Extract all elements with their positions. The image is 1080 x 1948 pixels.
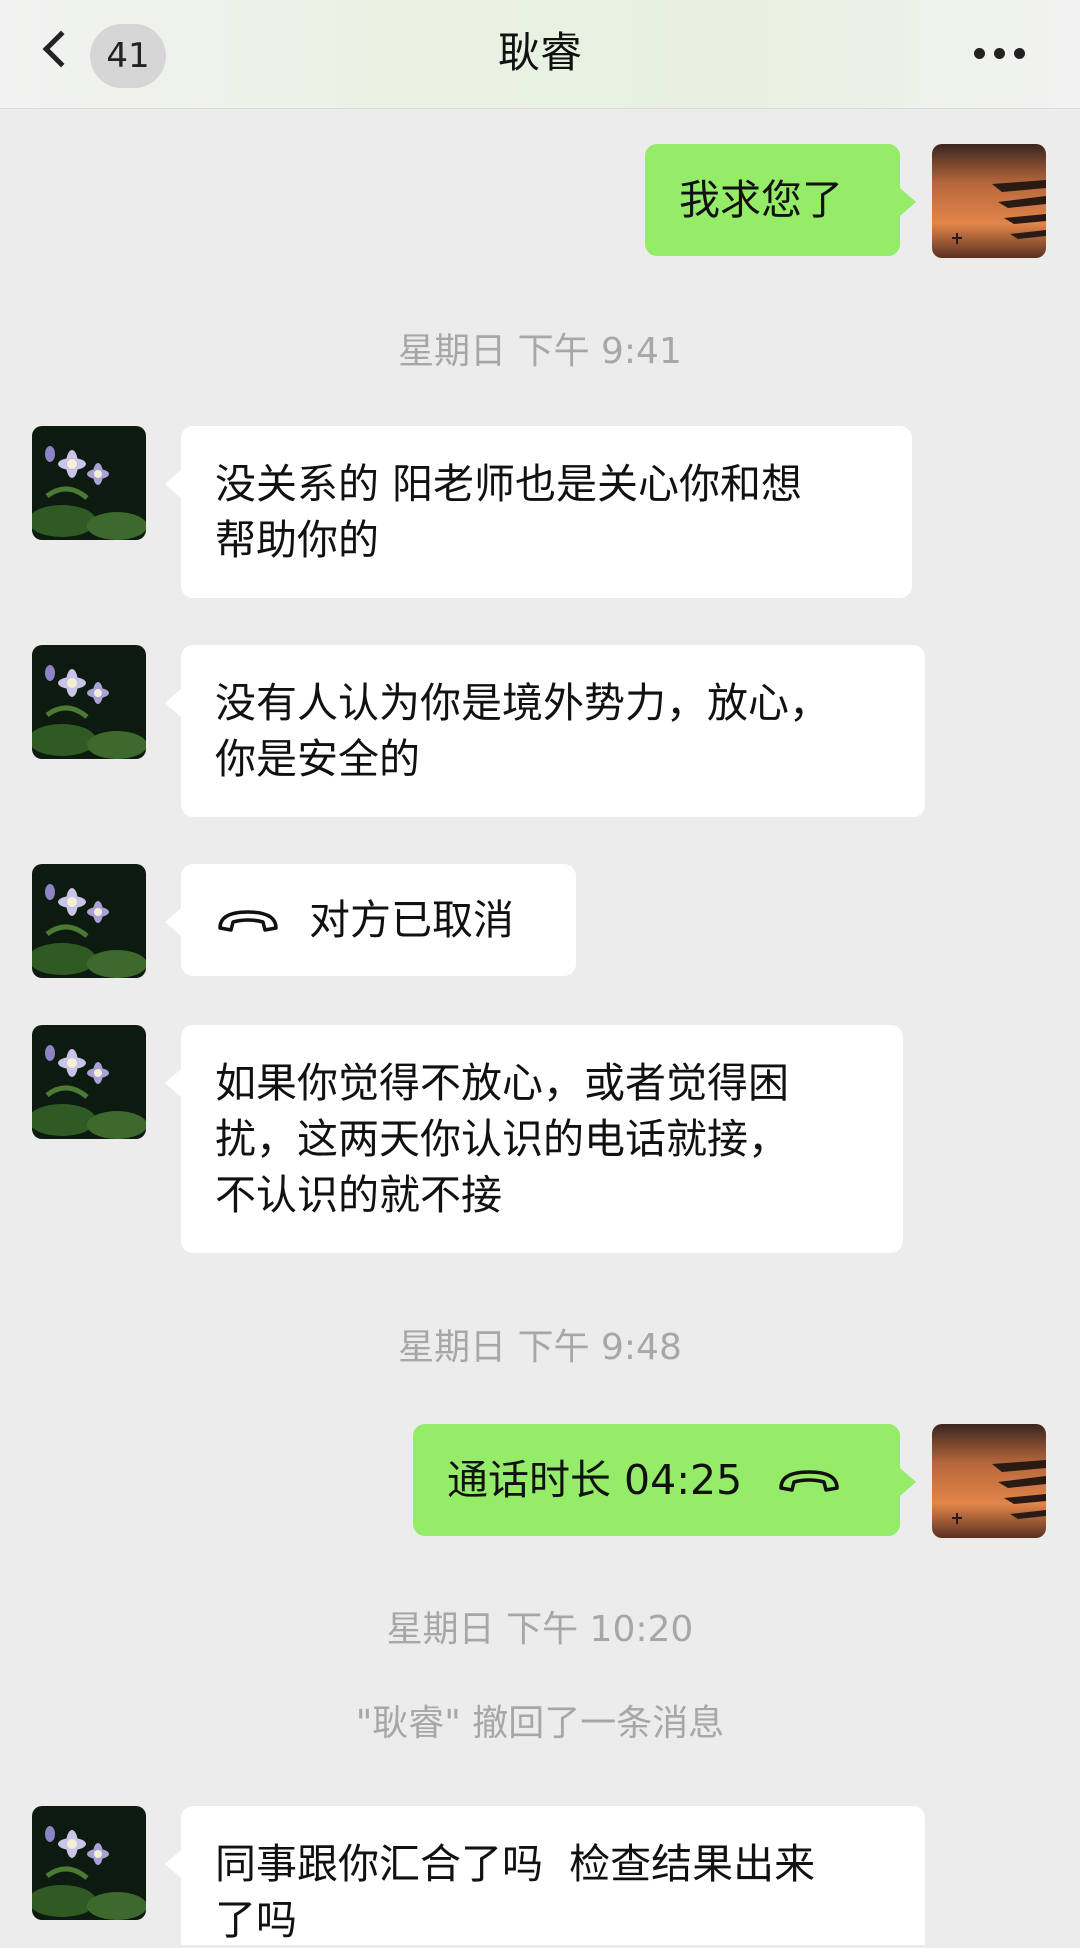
call-duration-text: 通话时长 04:25 (447, 1456, 743, 1504)
message-text-line: 没关系的 阳老师也是关心你和想 (215, 460, 803, 508)
contact-avatar[interactable] (32, 645, 146, 759)
message-text: 我求您了 (679, 176, 843, 224)
chat-header: 41 耿睿 (0, 0, 1080, 109)
chevron-left-icon (42, 30, 80, 68)
ellipsis-icon (974, 48, 985, 59)
timestamp: 星期日 下午 9:48 (398, 1327, 682, 1368)
back-button[interactable]: 41 (30, 18, 170, 88)
phone-hangup-icon (779, 1470, 839, 1492)
call-record-incoming[interactable]: 对方已取消 (165, 864, 576, 976)
message-bubble-outgoing[interactable]: 我求您了 (645, 144, 916, 256)
contact-avatar[interactable] (32, 426, 146, 540)
message-bubble-incoming[interactable]: 同事跟你汇合了吗 检查结果出来 了吗 (165, 1806, 925, 1945)
message-bubble-incoming[interactable]: 如果你觉得不放心，或者觉得困 扰，这两天你认识的电话就接， 不认识的就不接 (165, 1025, 903, 1253)
self-avatar[interactable] (932, 144, 1046, 258)
phone-hangup-icon (218, 910, 278, 932)
message-text-line: 你是安全的 (215, 735, 420, 783)
recall-notice: "耿睿" 撤回了一条消息 (355, 1703, 725, 1744)
more-options-button[interactable] (972, 34, 1032, 74)
contact-avatar[interactable] (32, 1806, 146, 1920)
message-text-line: 帮助你的 (215, 516, 379, 564)
timestamp: 星期日 下午 9:41 (398, 331, 682, 372)
call-status-text: 对方已取消 (309, 896, 514, 944)
contact-avatar[interactable] (32, 864, 146, 978)
message-text-line: 扰，这两天你认识的电话就接， (215, 1115, 789, 1163)
message-bubble-incoming[interactable]: 没关系的 阳老师也是关心你和想 帮助你的 (165, 426, 912, 598)
unread-count-badge: 41 (90, 24, 166, 88)
message-text-line: 没有人认为你是境外势力，放心， (215, 679, 830, 727)
message-text-line: 不认识的就不接 (215, 1171, 502, 1219)
chat-title: 耿睿 (497, 28, 582, 77)
self-avatar[interactable] (932, 1424, 1046, 1538)
message-bubble-incoming[interactable]: 没有人认为你是境外势力，放心， 你是安全的 (165, 645, 925, 817)
message-text-line: 同事跟你汇合了吗 检查结果出来 (215, 1840, 816, 1888)
contact-avatar[interactable] (32, 1025, 146, 1139)
call-record-outgoing[interactable]: 通话时长 04:25 (413, 1424, 916, 1536)
message-text-line: 了吗 (215, 1896, 297, 1944)
message-text-line: 如果你觉得不放心，或者觉得困 (215, 1059, 789, 1107)
timestamp: 星期日 下午 10:20 (386, 1609, 694, 1650)
